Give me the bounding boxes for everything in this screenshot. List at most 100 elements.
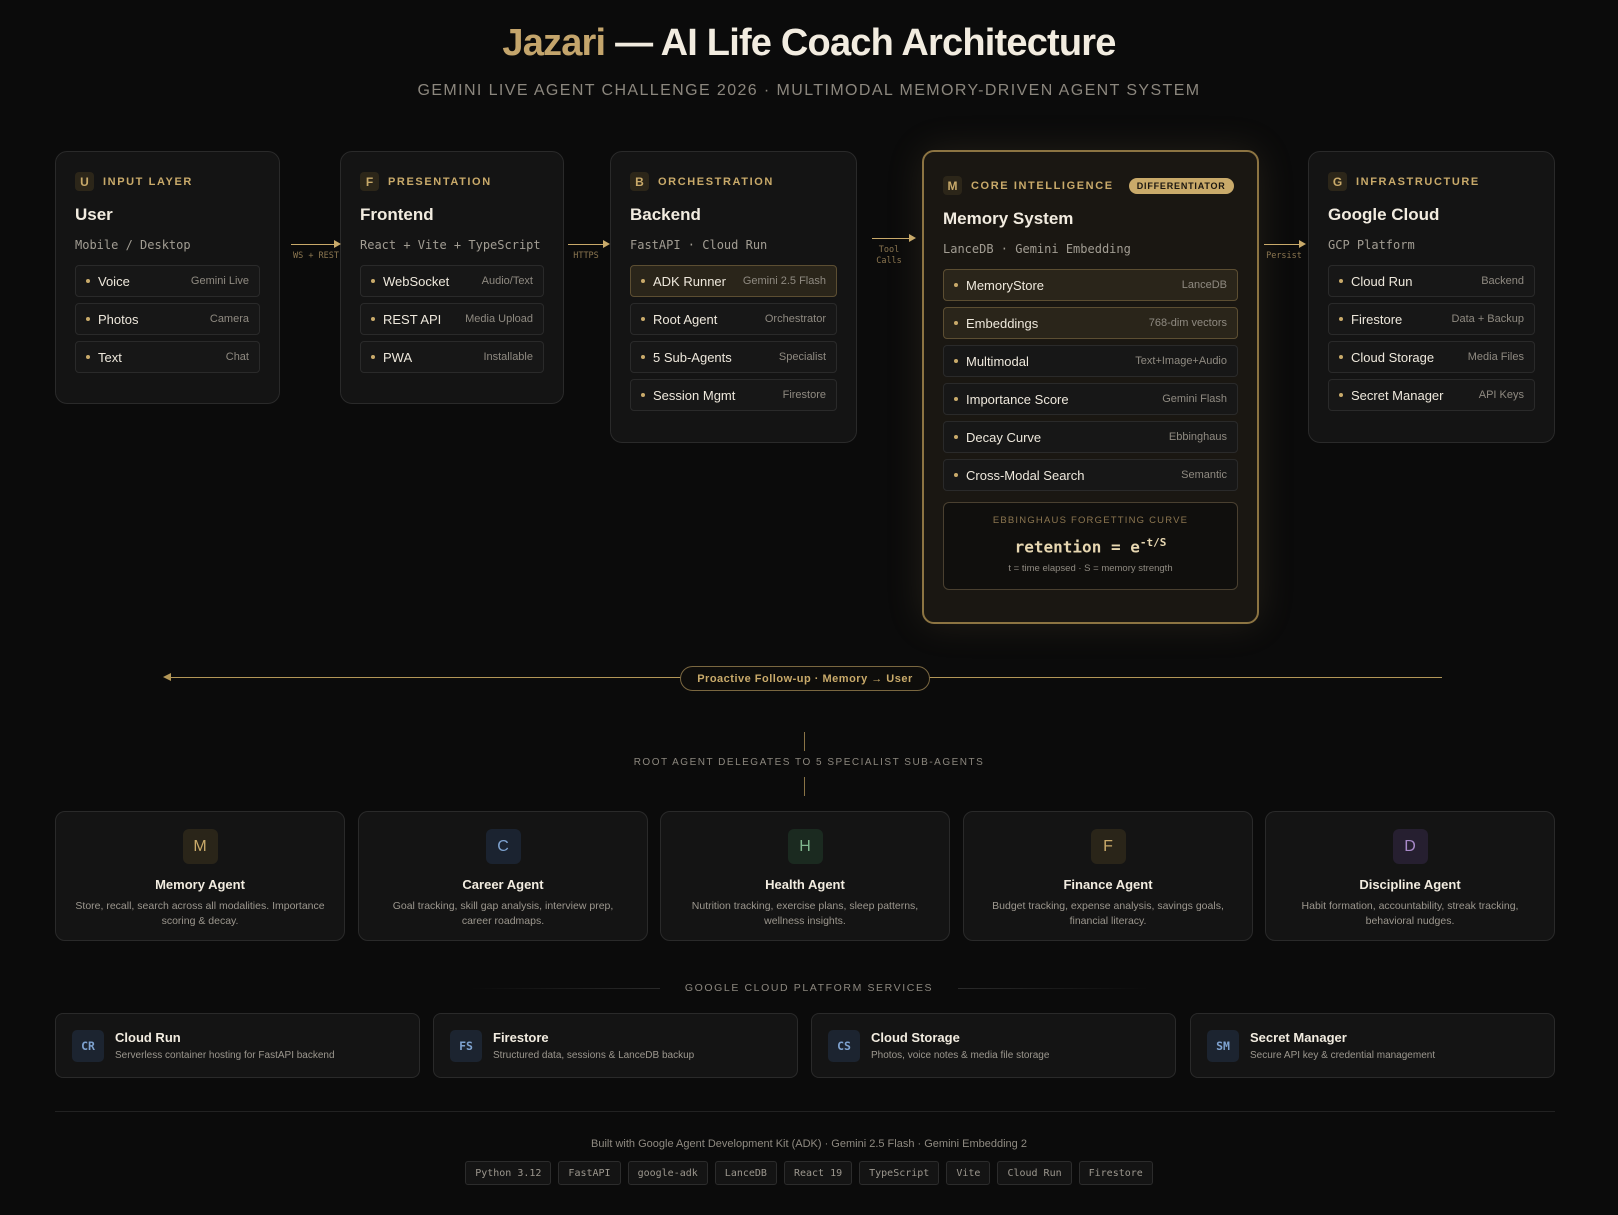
layer-subtitle: React + Vite + TypeScript	[360, 238, 541, 252]
tech-tag: Vite	[946, 1161, 991, 1185]
delegation-label: ROOT AGENT DELEGATES TO 5 SPECIALIST SUB…	[633, 757, 985, 768]
component-tag: Audio/Text	[481, 275, 533, 287]
component-tag: Data + Backup	[1451, 313, 1524, 325]
discipline-agent-card: D Discipline Agent Habit formation, accoun…	[1265, 811, 1555, 941]
component-item: ADK Runner Gemini 2.5 Flash	[630, 265, 837, 297]
component-tag: Chat	[225, 351, 249, 363]
layer-title: Google Cloud	[1328, 205, 1440, 224]
component-tag: LanceDB	[1181, 279, 1227, 291]
career-agent-icon: C	[485, 829, 521, 864]
component-item: Root Agent Orchestrator	[630, 303, 837, 335]
core-intelligence-card: M CORE INTELLIGENCE DIFFERENTIATOR Memory S…	[922, 150, 1259, 624]
bullet-dot	[1339, 279, 1343, 283]
gcp-section-label: GOOGLE CLOUD PLATFORM SERVICES	[684, 982, 934, 994]
agent-name: Memory Agent	[155, 877, 245, 892]
component-tag: Orchestrator	[764, 313, 826, 325]
agent-description: Goal tracking, skill gap analysis, inter…	[392, 900, 614, 927]
layer-category: PRESENTATION	[388, 175, 492, 188]
component-tag: Media Upload	[465, 313, 533, 325]
bullet-dot	[641, 355, 645, 359]
layer-badge: F	[360, 172, 379, 191]
health-agent-icon: H	[787, 829, 823, 864]
component-name: Importance Score	[966, 391, 1069, 407]
layer-badge: M	[943, 176, 962, 195]
agent-description: Habit formation, accountability, streak …	[1301, 900, 1519, 927]
service-name: Cloud Run	[115, 1030, 181, 1045]
component-item: Cloud Storage Media Files	[1328, 341, 1535, 373]
component-tag: Ebbinghaus	[1168, 431, 1227, 443]
bullet-dot	[954, 359, 958, 363]
agent-description: Nutrition tracking, exercise plans, slee…	[691, 900, 919, 927]
component-tag: Gemini Live	[190, 275, 249, 287]
orchestration-layer-card: B ORCHESTRATION Backend FastAPI · Cloud Run…	[610, 151, 857, 443]
component-item: Text Chat	[75, 341, 260, 373]
service-text: Firestore Structured data, sessions & Lan…	[493, 1030, 694, 1061]
formula-exponent: -t/S	[1139, 536, 1167, 549]
firestore-icon: FS	[450, 1029, 482, 1062]
bullet-dot	[641, 279, 645, 283]
service-firestore: FS Firestore Structured data, sessions & L…	[433, 1013, 798, 1078]
component-tag: Gemini Flash	[1162, 393, 1227, 405]
component-tag: 768-dim vectors	[1148, 317, 1227, 329]
career-agent-card: C Career Agent Goal tracking, skill gap an…	[358, 811, 648, 941]
connector-label-line1: Tool	[878, 245, 900, 255]
bullet-dot	[954, 397, 958, 401]
component-item: Session Mgmt Firestore	[630, 379, 837, 411]
title-accent: Jazari	[502, 22, 606, 64]
component-name: Multimodal	[966, 353, 1029, 369]
component-name: PWA	[383, 349, 413, 365]
bullet-dot	[641, 393, 645, 397]
component-item: Importance Score Gemini Flash	[943, 383, 1238, 415]
bullet-dot	[86, 355, 90, 359]
service-name: Firestore	[493, 1030, 549, 1045]
presentation-layer-card: F PRESENTATION Frontend React + Vite + Type…	[340, 151, 564, 404]
layer-badge: U	[75, 172, 94, 191]
title-rest: — AI Life Coach Architecture	[615, 22, 1116, 64]
bullet-dot	[86, 317, 90, 321]
service-text: Cloud Run Serverless container hosting fo…	[115, 1030, 335, 1061]
component-item: Embeddings 768-dim vectors	[943, 307, 1238, 339]
component-item: Firestore Data + Backup	[1328, 303, 1535, 335]
memory-agent-icon: M	[182, 829, 218, 864]
proactive-arrow-head	[163, 673, 171, 681]
tech-tag: Cloud Run	[997, 1161, 1072, 1185]
component-item: 5 Sub-Agents Specialist	[630, 341, 837, 373]
tech-tag: Firestore	[1078, 1161, 1153, 1185]
tech-stack: Python 3.12 FastAPI google-adk LanceDB React…	[0, 1161, 1618, 1185]
retention-formula: retention = e-t/S	[944, 536, 1237, 556]
layer-category: ORCHESTRATION	[658, 175, 774, 188]
component-name: Text	[98, 349, 122, 365]
card-header: B ORCHESTRATION	[630, 172, 837, 191]
layer-title: Memory System	[943, 209, 1074, 228]
curve-title: EBBINGHAUS FORGETTING CURVE	[992, 515, 1189, 526]
component-list: ADK Runner Gemini 2.5 Flash Root Agent Orch…	[630, 265, 837, 411]
component-name: ADK Runner	[653, 273, 726, 289]
service-secret-manager: SM Secret Manager Secure API key & credent…	[1190, 1013, 1555, 1078]
component-name: Secret Manager	[1351, 387, 1444, 403]
layer-category: INPUT LAYER	[103, 175, 193, 188]
component-name: Session Mgmt	[653, 387, 736, 403]
bullet-dot	[641, 317, 645, 321]
component-name: REST API	[383, 311, 442, 327]
component-name: Decay Curve	[966, 429, 1042, 445]
component-item: Cross-Modal Search Semantic	[943, 459, 1238, 491]
service-cloud-run: CR Cloud Run Serverless container hosting …	[55, 1013, 420, 1078]
forgetting-curve-box: EBBINGHAUS FORGETTING CURVE retention = e…	[943, 502, 1238, 590]
delegation-connector-top	[804, 732, 805, 751]
component-name: Cross-Modal Search	[966, 467, 1085, 483]
bullet-dot	[371, 279, 375, 283]
component-tag: Specialist	[778, 351, 826, 363]
service-description: Secure API key & credential management	[1250, 1050, 1436, 1061]
component-name: Voice	[98, 273, 130, 289]
card-header: U INPUT LAYER	[75, 172, 260, 191]
tech-tag: google-adk	[627, 1161, 708, 1185]
tech-tag: TypeScript	[859, 1161, 940, 1185]
cloud-storage-icon: CS	[828, 1029, 860, 1062]
layer-badge: G	[1328, 172, 1347, 191]
cloud-run-icon: CR	[72, 1029, 104, 1062]
service-text: Secret Manager Secure API key & credentia…	[1250, 1030, 1435, 1061]
health-agent-card: H Health Agent Nutrition tracking, exercis…	[660, 811, 950, 941]
bullet-dot	[954, 435, 958, 439]
component-name: MemoryStore	[966, 277, 1045, 293]
component-tag: Backend	[1481, 275, 1524, 287]
